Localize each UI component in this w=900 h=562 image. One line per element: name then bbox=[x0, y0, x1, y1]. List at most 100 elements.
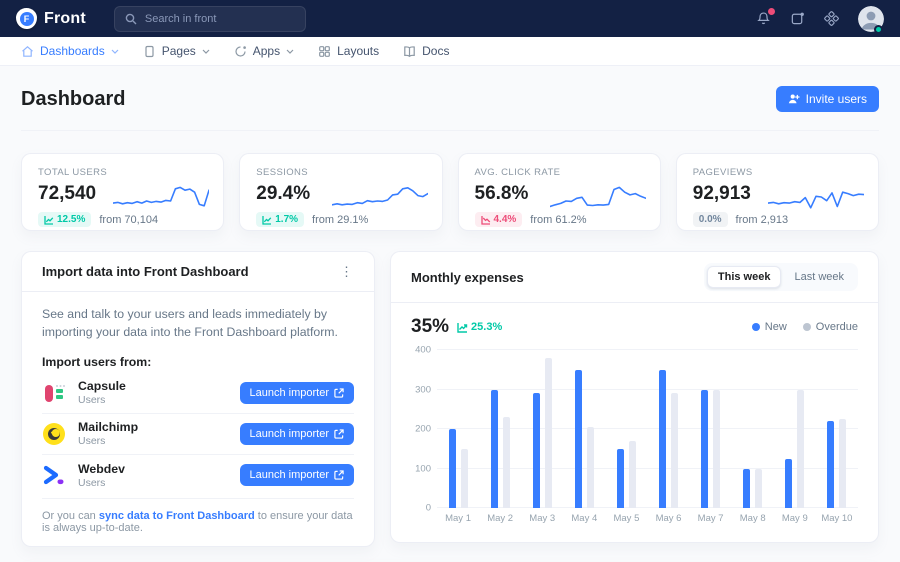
bar-group-may-1 bbox=[437, 350, 479, 508]
subnav-item-pages[interactable]: Pages bbox=[143, 44, 210, 58]
bar-overdue bbox=[797, 390, 804, 509]
grid-icon bbox=[318, 45, 331, 58]
brand-name: Front bbox=[44, 10, 86, 28]
bar-group-may-6 bbox=[647, 350, 689, 508]
book-icon bbox=[403, 45, 416, 58]
front-logo-letter: F bbox=[20, 12, 34, 26]
bar-new bbox=[659, 370, 666, 508]
top-navbar: F Front bbox=[0, 0, 900, 37]
bar-overdue bbox=[755, 469, 762, 509]
bar-group-may-10 bbox=[816, 350, 858, 508]
sparkline-chart bbox=[113, 182, 209, 216]
delta-badge: 1.7% bbox=[256, 212, 304, 227]
chevron-down-icon bbox=[286, 49, 294, 54]
secondary-nav: Dashboards Pages Apps Layouts Docs bbox=[0, 37, 900, 66]
x-tick-label: May 6 bbox=[647, 513, 689, 524]
unread-badge bbox=[768, 8, 775, 15]
import-row-capsule: CapsuleUsersLaunch importer bbox=[42, 373, 354, 414]
bar-new bbox=[533, 393, 540, 508]
subnav-label: Apps bbox=[253, 44, 280, 58]
bar-overdue bbox=[839, 419, 846, 508]
notifications-bell-icon[interactable] bbox=[756, 11, 771, 26]
legend-swatch bbox=[752, 323, 760, 331]
brand-logo[interactable]: F Front bbox=[16, 8, 86, 29]
import-list: CapsuleUsersLaunch importerMailchimpUser… bbox=[42, 373, 354, 496]
bar-new bbox=[449, 429, 456, 508]
import-name: Mailchimp bbox=[78, 420, 138, 435]
launch-importer-button-webdev[interactable]: Launch importer bbox=[240, 464, 355, 486]
bar-chart: 0100200300400 May 1May 2May 3May 4May 5M… bbox=[411, 350, 858, 528]
import-type: Users bbox=[78, 477, 125, 489]
bar-overdue bbox=[503, 417, 510, 508]
y-tick-label: 100 bbox=[415, 463, 431, 474]
import-data-card: Import data into Front Dashboard ⋮ See a… bbox=[21, 251, 375, 547]
import-row-webdev: WebdevUsers Launch importer bbox=[42, 455, 354, 496]
subnav-label: Docs bbox=[422, 44, 449, 58]
app-icon bbox=[234, 45, 247, 58]
monthly-expenses-card: Monthly expenses This weekLast week 35% … bbox=[390, 251, 879, 543]
delta-badge: 12.5% bbox=[38, 212, 91, 227]
subnav-item-apps[interactable]: Apps bbox=[234, 44, 294, 58]
stat-label: Total users bbox=[38, 167, 207, 178]
sync-data-link[interactable]: sync data to Front Dashboard bbox=[99, 510, 255, 522]
bar-new bbox=[827, 421, 834, 508]
home-icon bbox=[21, 45, 34, 58]
toggle-this-week[interactable]: This week bbox=[707, 266, 782, 288]
bar-new bbox=[575, 370, 582, 508]
invite-users-button[interactable]: Invite users bbox=[776, 86, 879, 112]
import-type: Users bbox=[78, 435, 138, 447]
stat-card-total-users: Total users72,54012.5%from 70,104 bbox=[21, 153, 224, 231]
subnav-item-dashboards[interactable]: Dashboards bbox=[21, 44, 119, 58]
bar-group-may-2 bbox=[479, 350, 521, 508]
activity-icon[interactable] bbox=[790, 11, 805, 26]
import-footer: Or you can sync data to Front Dashboard … bbox=[42, 498, 354, 534]
page-title: Dashboard bbox=[21, 88, 125, 111]
search-icon bbox=[125, 13, 137, 25]
global-search[interactable] bbox=[114, 6, 306, 32]
toggle-last-week[interactable]: Last week bbox=[783, 266, 855, 288]
expenses-percent: 35% bbox=[411, 316, 449, 338]
stat-card-sessions: Sessions29.4%1.7%from 29.1% bbox=[239, 153, 442, 231]
mailchimp-logo-icon bbox=[42, 422, 66, 446]
external-link-icon bbox=[334, 429, 344, 439]
stat-label: Avg. click rate bbox=[475, 167, 644, 178]
legend-item-new[interactable]: New bbox=[752, 321, 787, 333]
stats-row: Total users72,54012.5%from 70,104Session… bbox=[21, 153, 879, 231]
bar-group-may-8 bbox=[732, 350, 774, 508]
week-toggle: This weekLast week bbox=[704, 263, 858, 291]
chevron-down-icon bbox=[202, 49, 210, 54]
user-avatar[interactable] bbox=[858, 6, 884, 32]
file-icon bbox=[143, 45, 156, 58]
search-input[interactable] bbox=[145, 13, 295, 25]
x-tick-label: May 4 bbox=[563, 513, 605, 524]
subnav-label: Dashboards bbox=[40, 44, 105, 58]
apps-launcher-icon[interactable] bbox=[824, 11, 839, 26]
subnav-item-layouts[interactable]: Layouts bbox=[318, 44, 379, 58]
launch-importer-button-capsule[interactable]: Launch importer bbox=[240, 382, 355, 404]
capsule-logo-icon bbox=[42, 381, 66, 405]
subnav-item-docs[interactable]: Docs bbox=[403, 44, 449, 58]
y-tick-label: 300 bbox=[415, 384, 431, 395]
import-card-title: Import data into Front Dashboard bbox=[42, 264, 249, 279]
stat-label: Sessions bbox=[256, 167, 425, 178]
launch-importer-button-mailchimp[interactable]: Launch importer bbox=[240, 423, 355, 445]
import-row-mailchimp: MailchimpUsers Launch importer bbox=[42, 414, 354, 455]
y-tick-label: 200 bbox=[415, 424, 431, 435]
sparkline-chart bbox=[768, 182, 864, 216]
x-tick-label: May 5 bbox=[605, 513, 647, 524]
bar-overdue bbox=[545, 358, 552, 508]
x-tick-label: May 2 bbox=[479, 513, 521, 524]
expenses-card-title: Monthly expenses bbox=[411, 270, 524, 285]
import-name: Webdev bbox=[78, 462, 125, 477]
chevron-down-icon bbox=[111, 49, 119, 54]
legend-item-overdue[interactable]: Overdue bbox=[803, 321, 858, 333]
card-menu-dots-icon[interactable]: ⋮ bbox=[340, 264, 354, 280]
delta-badge: 4.4% bbox=[475, 212, 523, 227]
import-type: Users bbox=[78, 394, 126, 406]
x-tick-label: May 8 bbox=[732, 513, 774, 524]
x-tick-label: May 7 bbox=[690, 513, 732, 524]
external-link-icon bbox=[334, 388, 344, 398]
delta-badge: 0.0% bbox=[693, 212, 728, 227]
bar-new bbox=[785, 459, 792, 508]
sparkline-chart bbox=[332, 182, 428, 216]
